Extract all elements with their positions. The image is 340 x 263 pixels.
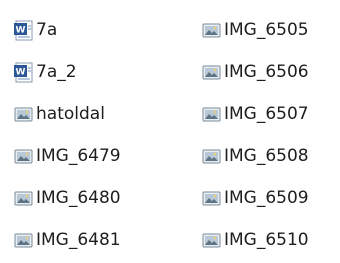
svg-text:W: W xyxy=(16,67,26,77)
file-item-img-6505[interactable]: IMG_6505 xyxy=(191,9,340,51)
image-file-icon xyxy=(201,20,222,41)
file-name: IMG_6507 xyxy=(224,104,309,124)
file-name: IMG_6479 xyxy=(36,146,121,166)
image-file-icon xyxy=(13,230,34,251)
file-name: IMG_6509 xyxy=(224,188,309,208)
file-name: IMG_6481 xyxy=(36,230,121,250)
file-item-img-6510[interactable]: IMG_6510 xyxy=(191,219,340,261)
image-file-icon xyxy=(201,230,222,251)
file-item-img-6479[interactable]: IMG_6479 xyxy=(0,135,191,177)
image-file-icon xyxy=(13,146,34,167)
file-list: W 7a W 7a_2 hatoldal IMG_6479 IMG_6480 I… xyxy=(0,0,340,263)
svg-text:W: W xyxy=(16,25,26,35)
file-name: 7a_2 xyxy=(36,62,77,82)
file-name: IMG_6480 xyxy=(36,188,121,208)
image-file-icon xyxy=(201,146,222,167)
word-document-icon: W xyxy=(13,20,34,41)
file-name: IMG_6505 xyxy=(224,20,309,40)
file-name: hatoldal xyxy=(36,104,105,124)
word-document-icon: W xyxy=(13,62,34,83)
file-name: 7a xyxy=(36,20,58,40)
file-item-img-6481[interactable]: IMG_6481 xyxy=(0,219,191,261)
file-item-hatoldal[interactable]: hatoldal xyxy=(0,93,191,135)
file-item-img-6507[interactable]: IMG_6507 xyxy=(191,93,340,135)
file-name: IMG_6510 xyxy=(224,230,309,250)
file-item-img-6509[interactable]: IMG_6509 xyxy=(191,177,340,219)
file-name: IMG_6506 xyxy=(224,62,309,82)
file-item-img-6480[interactable]: IMG_6480 xyxy=(0,177,191,219)
image-file-icon xyxy=(13,188,34,209)
file-item-img-6506[interactable]: IMG_6506 xyxy=(191,51,340,93)
file-item-img-6508[interactable]: IMG_6508 xyxy=(191,135,340,177)
image-file-icon xyxy=(201,188,222,209)
image-file-icon xyxy=(13,104,34,125)
file-name: IMG_6508 xyxy=(224,146,309,166)
image-file-icon xyxy=(201,104,222,125)
file-item-7a[interactable]: W 7a xyxy=(0,9,191,51)
file-item-7a-2[interactable]: W 7a_2 xyxy=(0,51,191,93)
image-file-icon xyxy=(201,62,222,83)
